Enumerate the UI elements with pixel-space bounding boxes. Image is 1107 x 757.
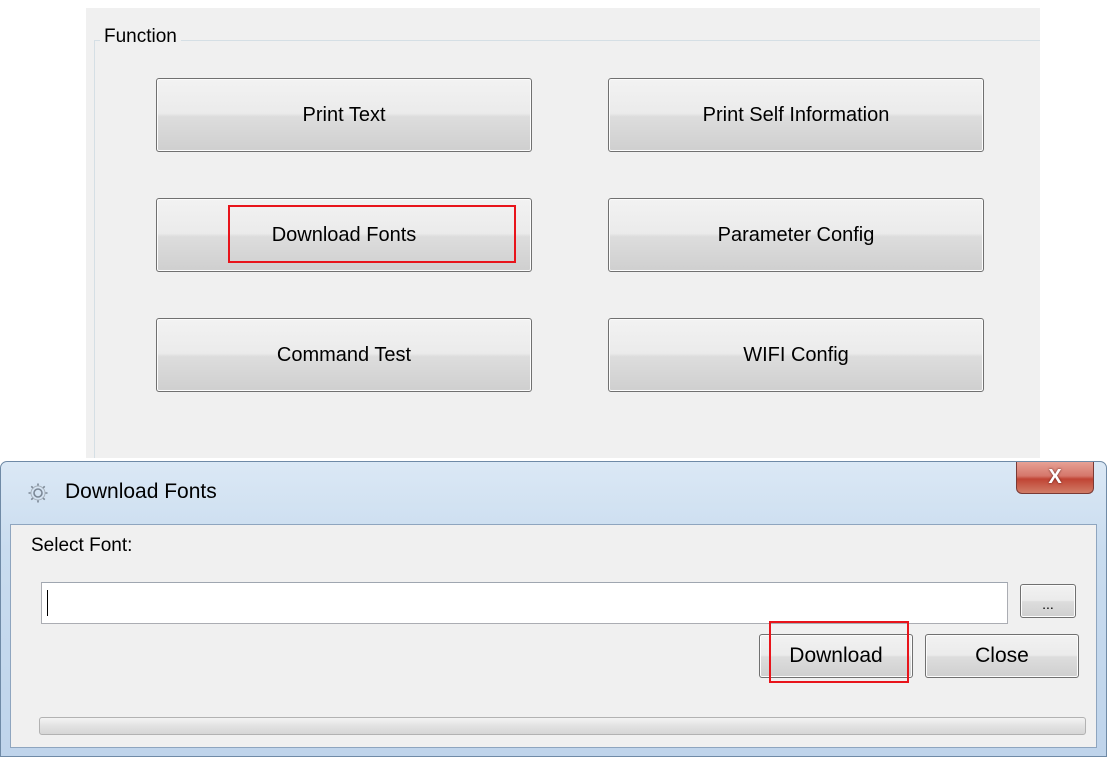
dialog-titlebar[interactable]: Download Fonts X	[1, 462, 1106, 522]
print-self-information-button[interactable]: Print Self Information	[608, 78, 984, 152]
dialog-client-area: Select Font: ... Download Close	[10, 524, 1097, 748]
dialog-title: Download Fonts	[65, 480, 217, 503]
download-fonts-dialog: Download Fonts X Select Font: ... Downlo…	[0, 461, 1107, 757]
download-progress-bar	[39, 717, 1086, 735]
print-text-button[interactable]: Print Text	[156, 78, 532, 152]
function-group-label: Function	[100, 26, 181, 48]
download-fonts-button[interactable]: Download Fonts	[156, 198, 532, 272]
select-font-label: Select Font:	[31, 535, 133, 556]
command-test-button[interactable]: Command Test	[156, 318, 532, 392]
font-path-input[interactable]	[41, 582, 1008, 624]
download-button[interactable]: Download	[759, 634, 913, 678]
wifi-config-button[interactable]: WIFI Config	[608, 318, 984, 392]
close-button[interactable]: Close	[925, 634, 1079, 678]
text-caret	[47, 590, 48, 616]
function-panel: Function Print Text Print Self Informati…	[86, 8, 1040, 458]
close-icon[interactable]: X	[1016, 462, 1094, 494]
browse-button[interactable]: ...	[1020, 584, 1076, 618]
gear-icon	[27, 482, 49, 504]
parameter-config-button[interactable]: Parameter Config	[608, 198, 984, 272]
